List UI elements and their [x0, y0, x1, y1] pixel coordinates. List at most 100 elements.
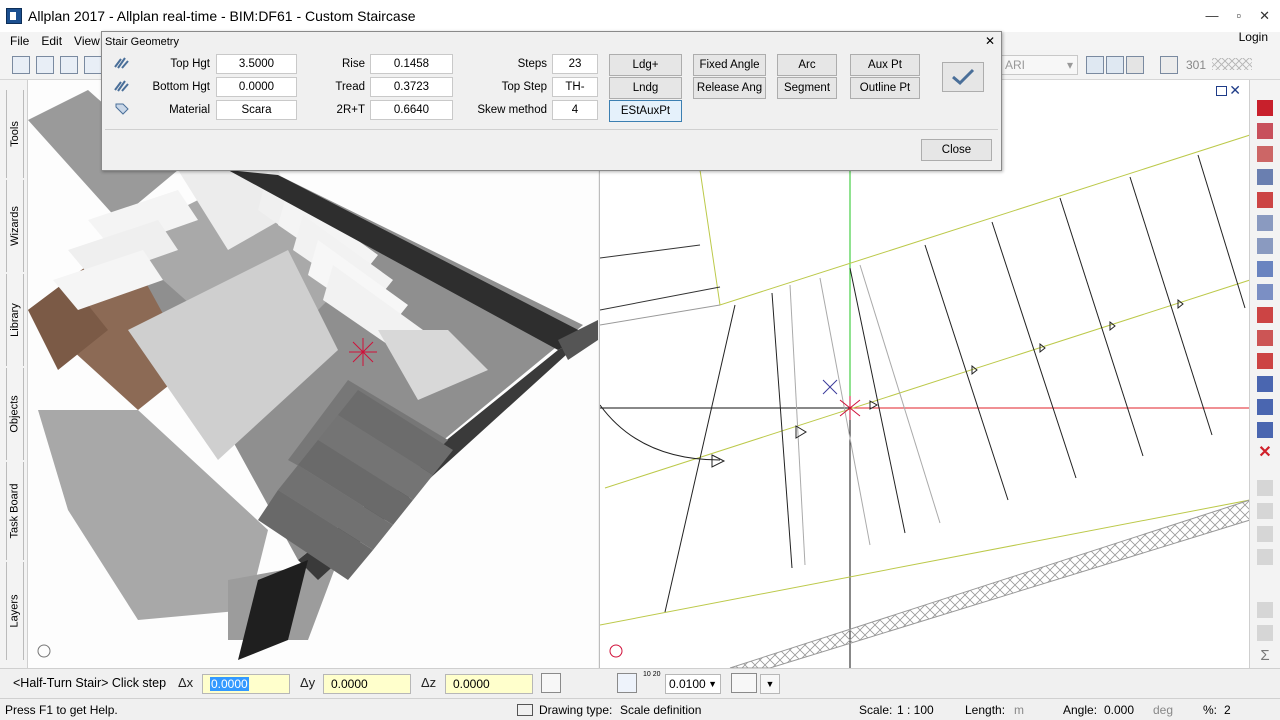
- label-icon[interactable]: [1257, 549, 1273, 565]
- sum-icon[interactable]: Σ: [1257, 648, 1273, 664]
- fixed-angle-button[interactable]: Fixed Angle: [693, 54, 766, 76]
- arc-button[interactable]: Arc: [777, 54, 837, 76]
- intersection-icon[interactable]: [565, 673, 585, 693]
- measure-icon[interactable]: [1257, 480, 1273, 496]
- drawing-type-label: Drawing type:: [539, 703, 613, 717]
- release-angle-button[interactable]: Release Ang: [693, 77, 766, 99]
- pen-icon[interactable]: [1160, 56, 1178, 74]
- material-field[interactable]: Scara: [216, 100, 297, 120]
- top-height-icon: [114, 57, 129, 69]
- bottom-hgt-field[interactable]: 0.0000: [216, 77, 297, 97]
- hatch-pattern-icon[interactable]: [1212, 58, 1252, 70]
- dialog-line: <Half-Turn Stair> Click step Δx 0.0000 Δ…: [0, 668, 1280, 698]
- format-dropdown[interactable]: ▼: [760, 674, 780, 694]
- viewport-restore-icon[interactable]: [1216, 86, 1227, 96]
- drawing-type-value[interactable]: Scale definition: [620, 703, 701, 717]
- two-r-t-field[interactable]: 0.6640: [370, 100, 453, 120]
- login-link[interactable]: Login: [1239, 30, 1268, 44]
- dialog-close-icon[interactable]: ✕: [985, 34, 995, 48]
- length-unit[interactable]: m: [1014, 703, 1024, 717]
- dz-input[interactable]: 0.0000: [445, 674, 533, 694]
- steps-field[interactable]: 23: [552, 54, 598, 74]
- layer-tool-icon[interactable]: [1257, 602, 1273, 618]
- tab-objects[interactable]: Objects: [6, 368, 24, 460]
- modify-icon[interactable]: [1257, 146, 1273, 162]
- tab-library[interactable]: Library: [6, 274, 24, 366]
- dy-input[interactable]: 0.0000: [323, 674, 411, 694]
- text-icon[interactable]: [1257, 526, 1273, 542]
- dz-label: Δz: [421, 675, 437, 690]
- rotate-icon[interactable]: [1257, 284, 1273, 300]
- tread-label: Tread: [335, 81, 365, 93]
- tread-field[interactable]: 0.3723: [370, 77, 453, 97]
- rise-field[interactable]: 0.1458: [370, 54, 453, 74]
- mirror-copy-icon[interactable]: [1257, 238, 1273, 254]
- menu-view[interactable]: View: [74, 34, 100, 48]
- copy-icon[interactable]: [1257, 169, 1273, 185]
- dialog-close-button[interactable]: Close: [921, 139, 992, 161]
- layer-visible-icon[interactable]: [1106, 56, 1124, 74]
- top-hgt-field[interactable]: 3.5000: [216, 54, 297, 74]
- tab-task-board[interactable]: Task Board: [6, 462, 24, 560]
- move-icon[interactable]: [1257, 261, 1273, 277]
- menu-file[interactable]: File: [10, 34, 29, 48]
- edit-line-icon[interactable]: [1257, 123, 1273, 139]
- segment-button[interactable]: Segment: [777, 77, 837, 99]
- stretch-icon[interactable]: [1257, 330, 1273, 346]
- explode-icon[interactable]: [1257, 422, 1273, 438]
- tab-layers[interactable]: Layers: [6, 562, 24, 660]
- track-icon[interactable]: [617, 673, 637, 693]
- tab-wizards[interactable]: Wizards: [6, 180, 24, 272]
- maximize-icon[interactable]: ▫: [1236, 8, 1241, 24]
- toolbar-new-icon[interactable]: [60, 56, 78, 74]
- scale-label: Scale:: [859, 703, 893, 717]
- window-title: Allplan 2017 - Allplan real-time - BIM:D…: [28, 8, 416, 24]
- layer-stack-icon[interactable]: [1086, 56, 1104, 74]
- filter-icon[interactable]: [1257, 625, 1273, 641]
- delete-icon[interactable]: ✕: [1257, 445, 1273, 461]
- toolbar-grid-icon[interactable]: [36, 56, 54, 74]
- confirm-button[interactable]: [942, 62, 984, 92]
- estauxpt-button[interactable]: EStAuxPt: [609, 100, 682, 122]
- bottom-hgt-label: Bottom Hgt: [152, 81, 210, 93]
- skew-method-field[interactable]: 4: [552, 100, 598, 120]
- toolbar-edit-icon[interactable]: [84, 56, 102, 74]
- command-prompt: <Half-Turn Stair> Click step: [13, 676, 167, 690]
- angle-value[interactable]: 0.000: [1104, 703, 1134, 717]
- landing-add-button[interactable]: Ldg+: [609, 54, 682, 76]
- format-icon[interactable]: [731, 673, 757, 693]
- toolbar-select-icon[interactable]: [12, 56, 30, 74]
- aux-point-button[interactable]: Aux Pt: [850, 54, 920, 76]
- point-snap-icon[interactable]: [541, 673, 561, 693]
- angle-unit[interactable]: deg: [1153, 703, 1173, 717]
- array-icon[interactable]: [1257, 376, 1273, 392]
- dimension-icon[interactable]: [1257, 503, 1273, 519]
- scale-icon[interactable]: [1257, 353, 1273, 369]
- viewport-close-icon[interactable]: ✕: [1229, 82, 1241, 99]
- mirror-icon[interactable]: [1257, 215, 1273, 231]
- group-icon[interactable]: [1257, 399, 1273, 415]
- landing-button[interactable]: Lndg: [609, 77, 682, 99]
- dx-input[interactable]: 0.0000: [202, 674, 290, 694]
- minimize-icon[interactable]: —: [1205, 8, 1218, 24]
- offset-icon[interactable]: [1257, 307, 1273, 323]
- midpoint-icon[interactable]: [589, 673, 609, 693]
- pencil-icon[interactable]: [1257, 100, 1273, 116]
- angle-label: Angle:: [1063, 703, 1098, 717]
- material-label: Material: [169, 104, 210, 116]
- pen-value[interactable]: 301: [1186, 58, 1206, 72]
- menu-edit[interactable]: Edit: [41, 34, 62, 48]
- step-value-select[interactable]: 0.0100 ▼: [665, 674, 721, 694]
- close-window-icon[interactable]: ✕: [1259, 8, 1270, 24]
- trim-icon[interactable]: [1257, 192, 1273, 208]
- layer-field[interactable]: ARI ▾: [1000, 55, 1078, 75]
- tab-tools[interactable]: Tools: [6, 90, 24, 178]
- layer-hidden-icon[interactable]: [1126, 56, 1144, 74]
- scale-value[interactable]: 1 : 100: [897, 703, 934, 717]
- percent-value[interactable]: 2: [1224, 703, 1231, 717]
- checkmark-icon: [952, 68, 975, 86]
- outline-point-button[interactable]: Outline Pt: [850, 77, 920, 99]
- material-icon: [115, 103, 129, 115]
- step-grid-icon[interactable]: 10 20: [643, 671, 661, 679]
- top-step-field[interactable]: TH-: [552, 77, 598, 97]
